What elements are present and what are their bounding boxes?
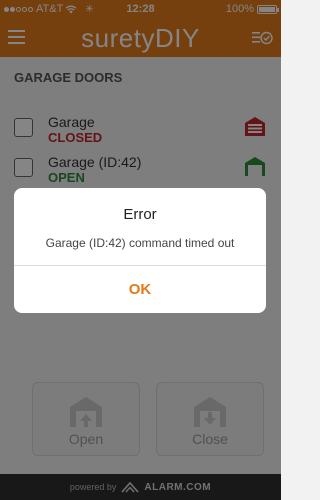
dialog-title: Error	[123, 206, 157, 223]
ok-button[interactable]: OK	[14, 266, 266, 313]
error-dialog: Error Garage (ID:42) command timed out O…	[14, 188, 266, 313]
dialog-message: Garage (ID:42) command timed out	[45, 236, 235, 250]
